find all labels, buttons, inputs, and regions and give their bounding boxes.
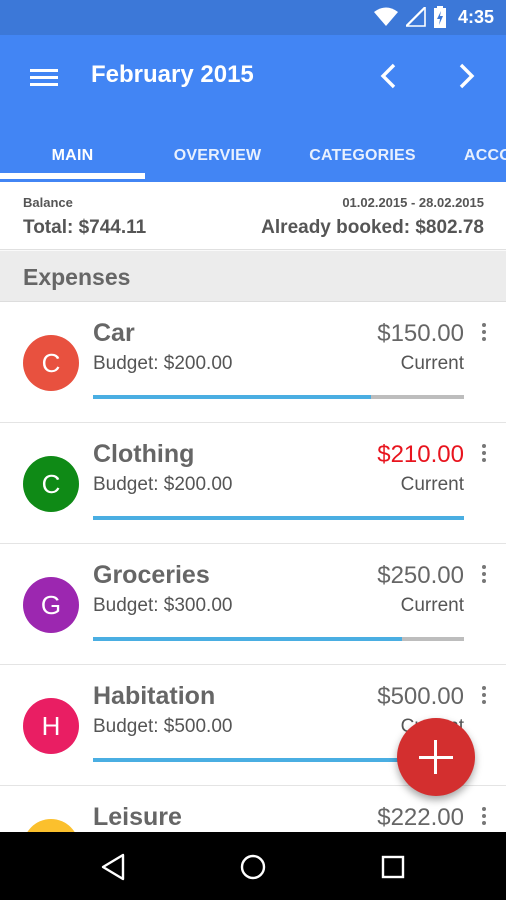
more-vert-icon[interactable] <box>478 807 490 831</box>
system-nav-bar <box>0 832 506 900</box>
more-vert-icon[interactable] <box>478 323 490 347</box>
avatar: L <box>23 819 79 832</box>
category-name: Leisure <box>93 803 182 831</box>
balance-total: Total: $744.11 <box>23 217 147 238</box>
tab-accounts[interactable]: ACCO <box>435 130 506 182</box>
back-triangle-icon[interactable] <box>96 850 130 884</box>
category-amount: $150.00 <box>377 320 464 347</box>
avatar: G <box>23 577 79 633</box>
avatar-initial: H <box>41 710 61 741</box>
tab-categories[interactable]: CATEGORIES <box>290 130 435 182</box>
category-name: Car <box>93 319 135 347</box>
list-item[interactable]: G Groceries Budget: $300.00 $250.00 Curr… <box>0 544 506 665</box>
app-bar: February 2015 MAIN OVERVIEW CATEGORIES A… <box>0 35 506 182</box>
list-item[interactable]: C Car Budget: $200.00 $150.00 Current <box>0 302 506 423</box>
budget-progress-fill <box>93 516 464 520</box>
avatar: H <box>23 698 79 754</box>
balance-summary: Balance Total: $744.11 01.02.2015 - 28.0… <box>0 182 506 250</box>
balance-label: Balance <box>23 195 73 210</box>
category-amount: $210.00 <box>377 441 464 468</box>
battery-charging-icon <box>433 6 446 28</box>
category-amount: $500.00 <box>377 683 464 710</box>
more-vert-icon[interactable] <box>478 565 490 589</box>
list-item[interactable]: C Clothing Budget: $200.00 $210.00 Curre… <box>0 423 506 544</box>
category-budget: Budget: $200.00 <box>93 474 233 495</box>
category-budget: Budget: $300.00 <box>93 595 233 616</box>
already-booked: Already booked: $802.78 <box>261 217 484 238</box>
avatar: C <box>23 335 79 391</box>
avatar-initial: C <box>41 468 61 499</box>
status-time: 4:35 <box>457 6 494 27</box>
category-status: Current <box>400 474 464 495</box>
section-title: Expenses <box>23 264 131 290</box>
category-budget: Budget: $500.00 <box>93 716 233 737</box>
avatar: C <box>23 456 79 512</box>
avatar-initial: C <box>41 347 61 378</box>
category-name: Groceries <box>93 561 210 589</box>
section-header: Expenses <box>0 251 506 302</box>
wifi-icon <box>373 7 398 26</box>
budget-progress-fill <box>93 637 403 641</box>
add-button[interactable] <box>397 718 475 796</box>
budget-progress-bar <box>93 516 464 520</box>
category-name: Habitation <box>93 682 216 710</box>
page-title: February 2015 <box>91 61 254 88</box>
category-budget: Budget: $200.00 <box>93 353 233 374</box>
chevron-right-icon[interactable] <box>452 60 480 92</box>
signal-icon <box>405 7 426 27</box>
date-range: 01.02.2015 - 28.02.2015 <box>342 195 484 210</box>
more-vert-icon[interactable] <box>478 686 490 710</box>
more-vert-icon[interactable] <box>478 444 490 468</box>
recents-square-icon[interactable] <box>376 850 410 884</box>
chevron-left-icon[interactable] <box>375 60 403 92</box>
category-amount: $222.00 <box>377 804 464 831</box>
status-icons: 4:35 <box>373 6 494 28</box>
tab-indicator <box>0 173 145 179</box>
status-bar: 4:35 <box>0 0 506 35</box>
avatar-initial: G <box>40 589 62 620</box>
home-circle-icon[interactable] <box>236 850 270 884</box>
menu-icon[interactable] <box>30 66 58 88</box>
tab-overview[interactable]: OVERVIEW <box>145 130 290 182</box>
budget-progress-bar <box>93 637 464 641</box>
category-status: Current <box>400 353 464 374</box>
category-status: Current <box>400 595 464 616</box>
category-amount: $250.00 <box>377 562 464 589</box>
budget-progress-fill <box>93 395 372 399</box>
budget-progress-bar <box>93 395 464 399</box>
category-name: Clothing <box>93 440 195 468</box>
